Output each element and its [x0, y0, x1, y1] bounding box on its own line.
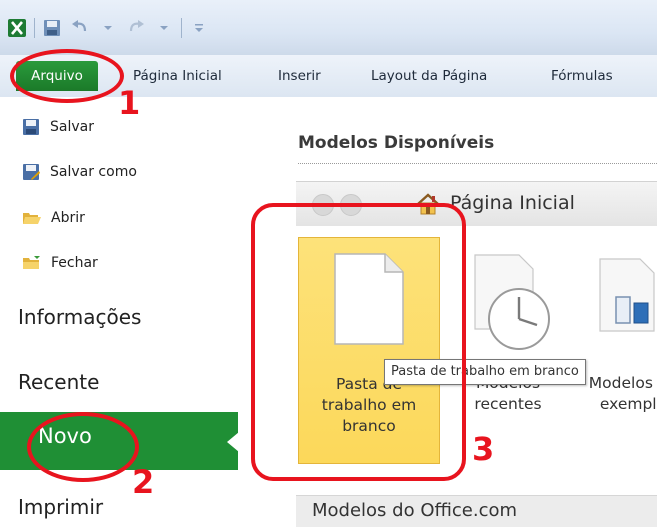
template-sample[interactable]: Modelos de exemplo: [578, 237, 657, 462]
menu-item-informacoes[interactable]: Informações: [18, 305, 141, 329]
annotation-number-2: 2: [132, 463, 155, 501]
toolbar-separator: [181, 18, 182, 38]
menu-item-imprimir[interactable]: Imprimir: [18, 495, 103, 519]
undo-icon[interactable]: [69, 17, 91, 39]
save-icon[interactable]: [41, 17, 63, 39]
quick-access-toolbar: [6, 14, 210, 42]
menu-item-abrir[interactable]: Abrir: [22, 205, 85, 231]
close-folder-icon: [23, 256, 40, 269]
menu-item-label: Salvar: [50, 119, 94, 135]
menu-item-recente[interactable]: Recente: [18, 370, 99, 394]
menu-item-label: Fechar: [51, 255, 98, 271]
menu-item-label: Salvar como: [50, 164, 137, 180]
annotation-circle-2: [27, 412, 139, 482]
menu-item-label: Abrir: [51, 210, 85, 226]
title-bar: [0, 0, 657, 55]
section-label: Modelos do Office.com: [312, 500, 518, 521]
annotation-number-3: 3: [472, 430, 495, 468]
annotation-number-1: 1: [118, 84, 141, 122]
clock-document-icon: [474, 254, 550, 350]
save-as-icon: [23, 164, 40, 180]
chevron-down-icon[interactable]: [97, 17, 119, 39]
annotation-box-3: [251, 203, 466, 481]
section-title: Modelos Disponíveis: [298, 133, 495, 153]
excel-icon[interactable]: [6, 17, 28, 39]
annotation-circle-1: [10, 49, 124, 103]
chevron-down-icon[interactable]: [153, 17, 175, 39]
selection-arrow-icon: [227, 432, 239, 452]
tile-label-line: Modelos de: [588, 374, 657, 392]
tile-label-line: recentes: [474, 395, 542, 413]
tile-label-line: exemplo: [599, 395, 657, 413]
menu-item-fechar[interactable]: Fechar: [22, 250, 98, 276]
divider: [298, 163, 657, 164]
open-folder-icon: [23, 213, 41, 224]
toolbar-separator: [34, 18, 35, 38]
sample-templates-icon: [599, 258, 655, 332]
save-icon: [23, 119, 39, 135]
office-templates-section[interactable]: Modelos do Office.com: [296, 495, 657, 527]
tab-pagina-inicial[interactable]: Página Inicial: [133, 63, 222, 89]
menu-item-salvar[interactable]: Salvar: [22, 114, 94, 140]
menu-item-salvar-como[interactable]: Salvar como: [22, 159, 137, 185]
template-recent[interactable]: Modelos recentes: [453, 237, 563, 462]
customize-toolbar-icon[interactable]: [188, 17, 210, 39]
nav-title: Página Inicial: [450, 192, 575, 214]
tab-layout-da-pagina[interactable]: Layout da Página: [371, 63, 487, 89]
tab-formulas[interactable]: Fórmulas: [551, 63, 613, 89]
redo-icon[interactable]: [125, 17, 147, 39]
tab-inserir[interactable]: Inserir: [278, 63, 321, 89]
